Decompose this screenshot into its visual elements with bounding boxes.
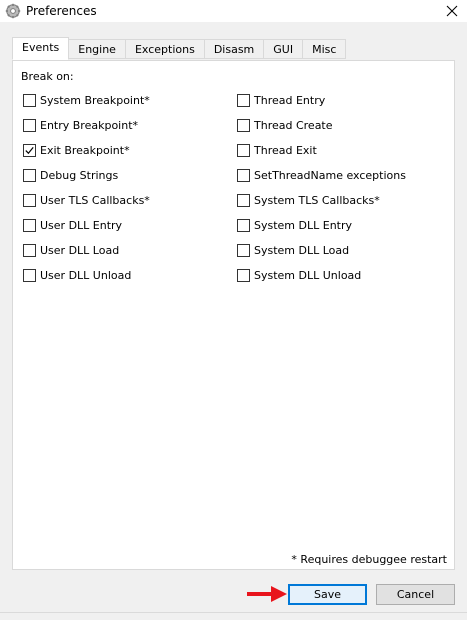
- checkbox-label: SetThreadName exceptions: [254, 168, 406, 182]
- checkbox-system-dll-load[interactable]: System DLL Load: [237, 242, 349, 258]
- restart-footnote: * Requires debuggee restart: [291, 553, 447, 566]
- checkbox-user-tls-callbacks[interactable]: User TLS Callbacks*: [23, 192, 150, 208]
- checkbox-label: Debug Strings: [40, 168, 119, 182]
- tab-misc[interactable]: Misc: [303, 39, 347, 59]
- checkbox-thread-create[interactable]: Thread Create: [237, 117, 333, 133]
- checkbox-label: User DLL Unload: [40, 268, 132, 282]
- checkbox-user-dll-unload[interactable]: User DLL Unload: [23, 267, 131, 283]
- checkbox-entry-breakpoint[interactable]: Entry Breakpoint*: [23, 117, 138, 133]
- tab-exceptions[interactable]: Exceptions: [125, 39, 205, 59]
- window-title: Preferences: [26, 4, 97, 18]
- checkbox-label: Entry Breakpoint*: [40, 118, 139, 132]
- checkbox-system-tls-callbacks[interactable]: System TLS Callbacks*: [237, 192, 380, 208]
- checkbox-label: System Breakpoint*: [40, 93, 150, 107]
- tab-engine[interactable]: Engine: [69, 39, 126, 59]
- red-arrow-icon: [247, 586, 287, 602]
- checkbox-box[interactable]: [237, 193, 250, 207]
- checkbox-system-dll-entry[interactable]: System DLL Entry: [237, 217, 352, 233]
- checkbox-exit-breakpoint[interactable]: Exit Breakpoint*: [23, 142, 130, 158]
- tab-events[interactable]: Events: [12, 37, 70, 60]
- checkbox-label: User DLL Load: [40, 243, 120, 257]
- title-bar: Preferences: [0, 0, 467, 22]
- checkbox-box[interactable]: [23, 218, 36, 232]
- checkbox-label: System DLL Entry: [254, 218, 353, 232]
- checkbox-box[interactable]: [23, 143, 36, 157]
- checkbox-user-dll-entry[interactable]: User DLL Entry: [23, 217, 122, 233]
- tab-strip: Events Engine Exceptions Disasm GUI Misc: [12, 37, 347, 61]
- checkbox-box[interactable]: [23, 118, 36, 132]
- checkbox-box[interactable]: [237, 118, 250, 132]
- close-icon: [446, 5, 458, 17]
- checkbox-box[interactable]: [23, 268, 36, 282]
- checkbox-thread-entry[interactable]: Thread Entry: [237, 92, 325, 108]
- close-button[interactable]: [437, 0, 467, 22]
- checkmark-icon: [25, 146, 34, 154]
- checkbox-box[interactable]: [237, 243, 250, 257]
- checkbox-label: Thread Create: [254, 118, 333, 132]
- checkbox-box[interactable]: [237, 93, 250, 107]
- checkbox-box[interactable]: [23, 243, 36, 257]
- checkbox-box[interactable]: [23, 168, 36, 182]
- tab-gui[interactable]: GUI: [264, 39, 304, 59]
- events-panel: Break on: System Breakpoint* Entry Break…: [12, 60, 455, 570]
- checkbox-box[interactable]: [237, 268, 250, 282]
- checkbox-system-breakpoint[interactable]: System Breakpoint*: [23, 92, 150, 108]
- checkbox-label: User TLS Callbacks*: [40, 193, 150, 207]
- break-on-label: Break on:: [21, 70, 74, 83]
- checkbox-box[interactable]: [237, 168, 250, 182]
- checkbox-box[interactable]: [23, 193, 36, 207]
- tab-disasm[interactable]: Disasm: [204, 39, 265, 59]
- checkbox-user-dll-load[interactable]: User DLL Load: [23, 242, 119, 258]
- checkbox-thread-exit[interactable]: Thread Exit: [237, 142, 317, 158]
- checkbox-label: System DLL Load: [254, 243, 350, 257]
- checkbox-box[interactable]: [237, 218, 250, 232]
- checkbox-label: Thread Exit: [254, 143, 317, 157]
- checkbox-label: Exit Breakpoint*: [40, 143, 130, 157]
- checkbox-box[interactable]: [23, 93, 36, 107]
- checkbox-box[interactable]: [237, 143, 250, 157]
- checkbox-label: Thread Entry: [254, 93, 326, 107]
- checkbox-label: User DLL Entry: [40, 218, 123, 232]
- cancel-button[interactable]: Cancel: [376, 584, 455, 605]
- save-button[interactable]: Save: [288, 584, 367, 605]
- checkbox-system-dll-unload[interactable]: System DLL Unload: [237, 267, 361, 283]
- checkbox-debug-strings[interactable]: Debug Strings: [23, 167, 118, 183]
- checkbox-label: System DLL Unload: [254, 268, 362, 282]
- checkbox-label: System TLS Callbacks*: [254, 193, 380, 207]
- footer-divider: [0, 612, 467, 613]
- gear-icon: [5, 3, 21, 19]
- checkbox-setthreadname-exceptions[interactable]: SetThreadName exceptions: [237, 167, 406, 183]
